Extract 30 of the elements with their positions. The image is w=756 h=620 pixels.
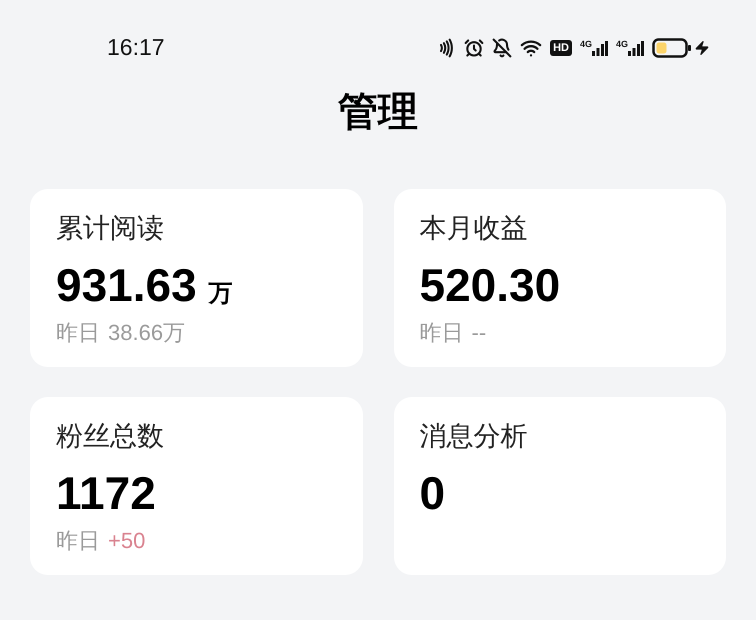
battery-icon <box>652 38 692 58</box>
network-type: 4G <box>580 40 592 48</box>
signal-icon <box>592 40 608 56</box>
stat-label: 粉丝总数 <box>56 423 165 450</box>
yesterday-value: 38.66万 <box>108 322 186 344</box>
stat-label: 消息分析 <box>420 423 528 450</box>
yesterday-value: -- <box>472 322 486 344</box>
hd-badge: HD <box>550 40 572 56</box>
signal-icon <box>628 40 644 56</box>
yesterday-value: +50 <box>108 530 146 552</box>
stat-value: 931.63 <box>56 262 197 308</box>
stat-value: 0 <box>420 470 446 516</box>
stat-label: 本月收益 <box>420 215 528 242</box>
network-type: 4G <box>616 40 628 48</box>
stat-card[interactable]: 粉丝总数 1172 昨日 +50 <box>30 397 362 575</box>
yesterday-label: 昨日 <box>420 323 464 345</box>
stat-label: 累计阅读 <box>56 215 165 242</box>
yesterday-label: 昨日 <box>56 531 100 553</box>
stat-unit: 万 <box>208 282 233 306</box>
page-title: 管理 <box>336 92 419 132</box>
stat-card[interactable]: 累计阅读 931.63 万 昨日 38.66万 <box>30 189 362 367</box>
charging-icon <box>694 40 710 56</box>
alarm-icon <box>464 38 484 58</box>
stat-value: 520.30 <box>420 262 560 308</box>
clock-time: 16:17 <box>107 33 165 62</box>
stat-card[interactable]: 消息分析 0 <box>394 397 726 575</box>
mute-icon <box>492 38 512 58</box>
stat-card[interactable]: 本月收益 520.30 昨日 -- <box>394 189 726 367</box>
yesterday-label: 昨日 <box>56 323 100 345</box>
stat-value: 1172 <box>56 470 156 516</box>
